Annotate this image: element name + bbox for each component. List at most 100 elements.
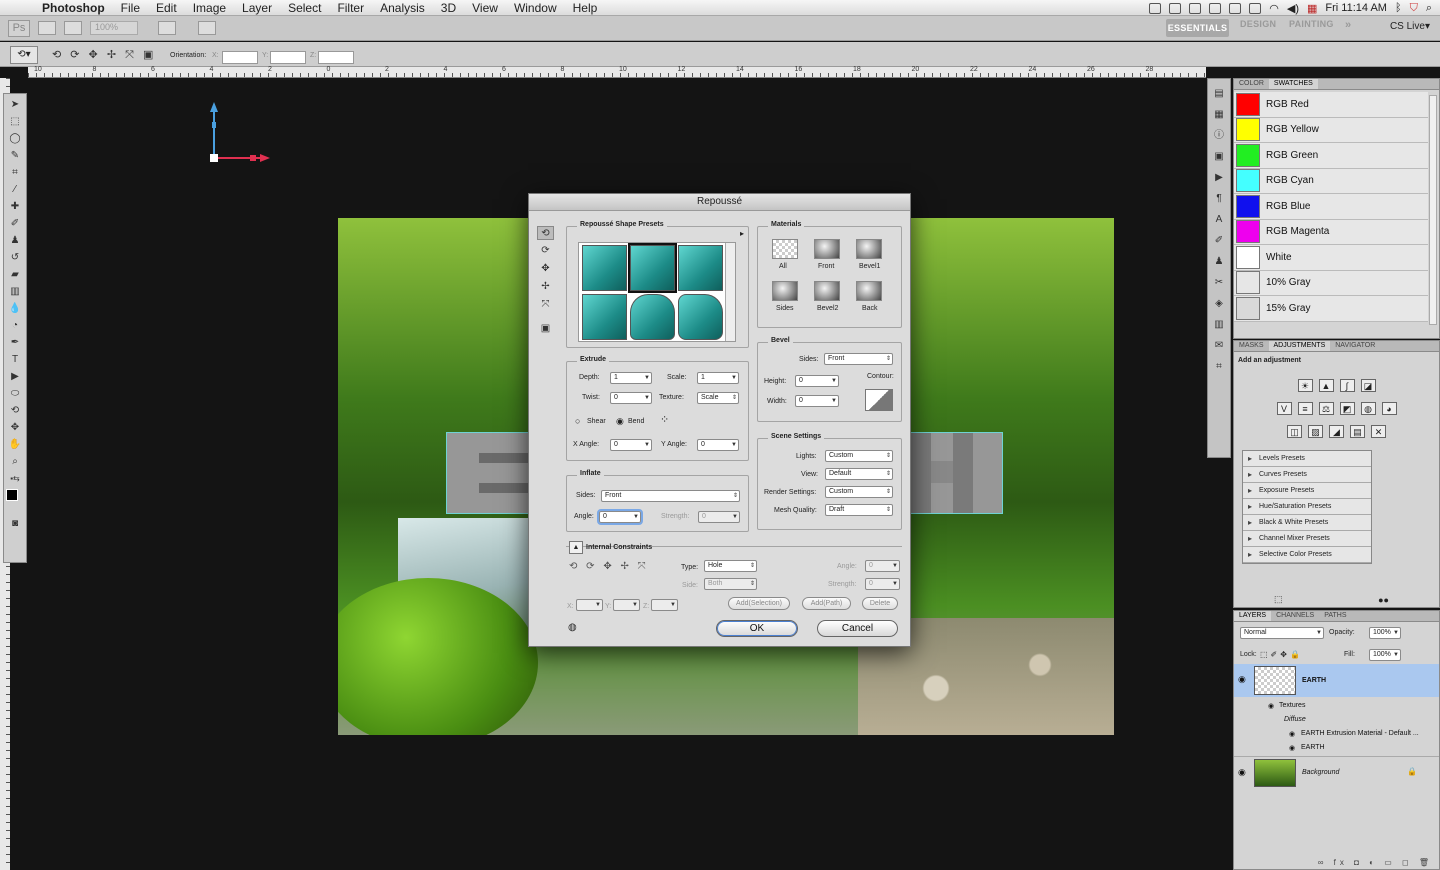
adjustments-footer-right-icon[interactable]: ●●	[1378, 595, 1389, 605]
3d-rotate-icon[interactable]: ⟲	[8, 404, 22, 417]
presets-scrollbar[interactable]	[725, 243, 735, 341]
volume-icon[interactable]: ◀)	[1287, 2, 1299, 15]
type-tool-icon[interactable]: T	[8, 353, 22, 366]
swatches-scrollbar[interactable]	[1429, 95, 1437, 325]
hue-sat-icon[interactable]: ≡	[1297, 402, 1313, 415]
material-sides-swatch[interactable]	[772, 281, 798, 301]
tab-color[interactable]: COLOR	[1234, 79, 1269, 89]
eyedropper-tool-icon[interactable]: ⁄	[8, 183, 22, 196]
tool-preset-icon[interactable]: ⟲▾	[10, 46, 38, 64]
menu-file[interactable]: File	[113, 1, 148, 15]
gradient-tool-icon[interactable]: ▥	[8, 285, 22, 298]
levels-icon[interactable]: ▲	[1318, 379, 1334, 392]
visibility-eye-icon[interactable]: ◉	[1238, 767, 1246, 778]
layer-background[interactable]: ◉ Background 🔒	[1234, 756, 1439, 788]
layer-effect-material[interactable]: ◉ EARTH Extrusion Material - Default ...	[1234, 728, 1439, 742]
posterize-icon[interactable]: ▨	[1308, 425, 1323, 438]
layer-effect-textures[interactable]: ◉ Textures	[1234, 700, 1439, 714]
adjustment-preset-item[interactable]: Selective Color Presets	[1243, 547, 1371, 563]
presets-menu-icon[interactable]: ▸	[740, 229, 744, 238]
notes-panel-icon[interactable]: ✉	[1213, 340, 1225, 352]
menu-view[interactable]: View	[464, 1, 506, 15]
brightness-icon[interactable]: ☀	[1297, 379, 1313, 392]
measurement-panel-icon[interactable]: ⌗	[1213, 361, 1225, 373]
orientation-y-input[interactable]	[270, 51, 306, 64]
menu-help[interactable]: Help	[565, 1, 606, 15]
workspace-painting[interactable]: PAINTING	[1289, 19, 1334, 29]
blend-mode-select[interactable]: Normal	[1240, 627, 1324, 639]
x-angle-input[interactable]: 0	[610, 439, 652, 451]
swatch-row[interactable]: RGB Yellow	[1234, 117, 1428, 143]
curves-icon[interactable]: ∫	[1339, 379, 1355, 392]
shear-radio[interactable]: ○	[575, 416, 580, 426]
object-scale-icon[interactable]: ⤧	[537, 298, 554, 312]
layer-effect-name[interactable]: Textures	[1279, 702, 1305, 709]
adjustment-preset-item[interactable]: Levels Presets	[1243, 451, 1371, 467]
pen-tool-icon[interactable]: ✒	[8, 336, 22, 349]
menu-edit[interactable]: Edit	[148, 1, 185, 15]
visibility-eye-icon[interactable]: ◉	[1238, 674, 1246, 685]
material-back-swatch[interactable]	[856, 281, 882, 301]
fill-input[interactable]: 100%	[1369, 649, 1401, 661]
path-select-icon[interactable]: ▶	[8, 370, 22, 383]
extruded-letter-e[interactable]	[446, 432, 536, 514]
lasso-tool-icon[interactable]: ◯	[8, 132, 22, 145]
3d-orbit-icon[interactable]: ✥	[8, 421, 22, 434]
brush-panel-icon[interactable]: ✐	[1213, 235, 1225, 247]
mini-bridge-icon[interactable]	[64, 21, 82, 35]
cs-live-menu[interactable]: CS Live▾	[1390, 21, 1430, 32]
zoom-level[interactable]: 100%	[90, 21, 138, 35]
opacity-input[interactable]: 100%	[1369, 627, 1401, 639]
channel-mixer-icon[interactable]: ◕	[1381, 402, 1397, 415]
menu-3d[interactable]: 3D	[433, 1, 464, 15]
spotlight-icon[interactable]: ⌕	[1426, 2, 1432, 15]
zoom-tool-icon[interactable]: ⌕	[8, 455, 22, 468]
camera-settings-icon[interactable]: ◍	[568, 622, 577, 633]
evernote-icon[interactable]	[1209, 2, 1222, 14]
delete-constraint-button[interactable]: Delete	[862, 597, 898, 610]
arrange-documents-icon[interactable]	[158, 21, 176, 35]
preset-twist[interactable]	[678, 294, 723, 340]
constraints-collapse-icon[interactable]: ▲	[569, 541, 583, 554]
brush-tool-icon[interactable]: ✐	[8, 217, 22, 230]
workspace-design[interactable]: DESIGN	[1240, 19, 1276, 29]
menu-clock[interactable]: Fri 11:14 AM	[1325, 2, 1387, 14]
depth-input[interactable]: 1	[610, 372, 652, 384]
selective-color-icon[interactable]: ✕	[1371, 425, 1386, 438]
tab-layers[interactable]: LAYERS	[1234, 611, 1272, 621]
ok-button[interactable]: OK	[716, 620, 798, 637]
swatch-chip[interactable]	[1236, 194, 1260, 218]
layer-effect-name[interactable]: Diffuse	[1284, 716, 1306, 723]
constraint-x-input[interactable]	[576, 599, 603, 611]
swatch-chip[interactable]	[1236, 169, 1260, 193]
object-drag-icon[interactable]: ✥	[537, 262, 554, 276]
blur-tool-icon[interactable]: 💧	[8, 302, 22, 315]
bevel-sides-select[interactable]: Front	[824, 353, 893, 365]
material-front-swatch[interactable]	[814, 239, 840, 259]
histogram-panel-icon[interactable]: ▦	[1213, 109, 1225, 121]
info-panel-icon[interactable]: ⓘ	[1213, 130, 1225, 142]
add-selection-button[interactable]: Add(Selection)	[728, 597, 790, 610]
quick-mask-icon[interactable]: ◙	[8, 517, 22, 530]
bridge-icon[interactable]	[38, 21, 56, 35]
screen-mode-icon[interactable]	[198, 21, 216, 35]
menu-app[interactable]: Photoshop	[34, 1, 113, 15]
quick-select-tool-icon[interactable]: ✎	[8, 149, 22, 162]
foreground-color[interactable]	[6, 489, 18, 501]
adjustments-footer-icon[interactable]: ⬚	[1274, 594, 1283, 605]
menu-window[interactable]: Window	[506, 1, 565, 15]
dropbox-icon[interactable]	[1229, 2, 1242, 14]
layer-name[interactable]: EARTH	[1302, 677, 1326, 684]
history-panel-icon[interactable]: ▣	[1213, 151, 1225, 163]
black-white-icon[interactable]: ◩	[1339, 402, 1355, 415]
3d-panel-icon[interactable]: ◈	[1213, 298, 1225, 310]
hand-tool-icon[interactable]: ✋	[8, 438, 22, 451]
preset-bevel[interactable]	[678, 245, 723, 291]
menu-image[interactable]: Image	[185, 1, 234, 15]
swatch-row[interactable]: RGB Green	[1234, 143, 1428, 169]
swatch-row[interactable]: 15% Gray	[1234, 296, 1428, 322]
default-colors-icon[interactable]: ▪⇆	[8, 472, 22, 485]
extruded-letter-h[interactable]	[910, 432, 1003, 514]
paragraph-panel-icon[interactable]: ¶	[1213, 193, 1225, 205]
mesh-quality-select[interactable]: Draft	[825, 504, 893, 516]
